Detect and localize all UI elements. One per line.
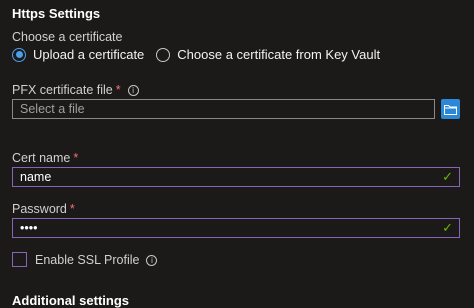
section-title: Https Settings [12, 6, 101, 21]
cert-name-label-row: Cert name * [12, 151, 78, 165]
folder-icon [444, 104, 457, 115]
pfx-file-label: PFX certificate file [12, 83, 113, 97]
enable-ssl-profile-label[interactable]: Enable SSL Profile [35, 253, 139, 267]
cert-name-input[interactable]: name ✓ [12, 167, 460, 187]
valid-check-icon: ✓ [442, 170, 453, 185]
valid-check-icon: ✓ [442, 221, 453, 236]
enable-ssl-profile-checkbox[interactable] [12, 252, 27, 267]
password-label-row: Password * [12, 202, 75, 216]
choose-certificate-label: Choose a certificate [12, 30, 123, 44]
radio-label-key-vault[interactable]: Choose a certificate from Key Vault [177, 47, 380, 62]
required-mark: * [69, 202, 75, 216]
required-mark: * [73, 151, 79, 165]
browse-file-button[interactable] [441, 99, 460, 119]
radio-key-vault[interactable] [156, 47, 171, 62]
cert-name-value: name [20, 170, 52, 184]
pfx-file-label-row: PFX certificate file * i [12, 83, 139, 97]
ssl-profile-label-row: Enable SSL Profile i [35, 253, 158, 267]
password-value: •••• [20, 221, 38, 235]
radio-label-upload[interactable]: Upload a certificate [33, 47, 144, 62]
radio-selected-dot [15, 51, 23, 58]
cert-name-label: Cert name [12, 151, 71, 165]
required-mark: * [115, 83, 121, 97]
password-label: Password [12, 202, 67, 216]
password-input[interactable]: •••• ✓ [12, 218, 460, 238]
info-icon[interactable]: i [146, 255, 158, 267]
info-icon[interactable]: i [127, 85, 139, 97]
certificate-source-radio-group: Upload a certificate Choose a certificat… [12, 47, 392, 62]
radio-upload-certificate[interactable] [12, 47, 26, 62]
pfx-file-input[interactable]: Select a file [12, 99, 435, 119]
